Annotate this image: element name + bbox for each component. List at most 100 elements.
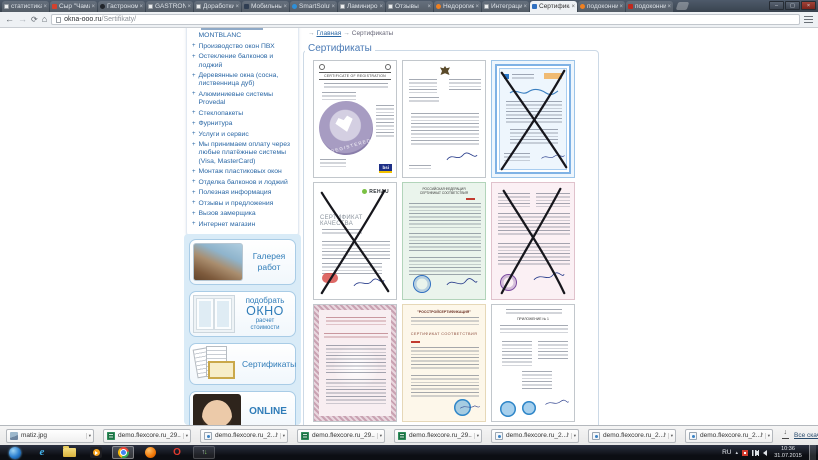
sidebar-menu-item[interactable]: +Полезная информация: [192, 189, 294, 197]
sidebar-menu-item[interactable]: +Алюминиевые системы Provedal: [192, 91, 294, 107]
show-all-downloads-link[interactable]: Все скачанные файлы...: [794, 432, 818, 439]
tab-close-icon[interactable]: ×: [187, 4, 191, 10]
sidebar-menu-item[interactable]: +Производство окон ПВХ: [192, 43, 294, 51]
download-caret-icon[interactable]: ▾: [571, 433, 576, 439]
sidebar-menu-item[interactable]: +Услуги и сервис: [192, 131, 294, 139]
minimize-button[interactable]: –: [769, 1, 784, 10]
download-caret-icon[interactable]: ▾: [474, 433, 479, 439]
download-caret-icon[interactable]: ▾: [668, 433, 673, 439]
sidebar-menu-item[interactable]: +Остекление балконов и лоджий: [192, 53, 294, 69]
browser-tab[interactable]: статистика×: [2, 1, 49, 12]
download-caret-icon[interactable]: ▾: [377, 433, 382, 439]
download-item[interactable]: demo.flexcore.ru_29....csv▾: [297, 429, 385, 443]
sidebar-menu-item[interactable]: +Вызов замерщика: [192, 210, 294, 218]
tab-close-icon[interactable]: ×: [523, 4, 527, 10]
certificates-widget[interactable]: Сертификаты: [189, 343, 296, 385]
taskbar-firefox[interactable]: [139, 446, 161, 459]
download-caret-icon[interactable]: ▾: [280, 433, 285, 439]
taskbar-file-explorer[interactable]: [58, 446, 80, 459]
tab-close-icon[interactable]: ×: [619, 4, 623, 10]
certificate-thumbnail-rosstroy[interactable]: "РОССТРОЙСЕРТИФИКАЦИЯ" СЕРТИФИКАТ СООТВЕ…: [402, 304, 486, 422]
window-configurator-widget[interactable]: подобрать ОКНО расчетстоимости: [189, 291, 296, 337]
browser-tab[interactable]: Недорогие×: [434, 1, 481, 12]
certificate-thumbnail-sanitary[interactable]: [313, 304, 397, 422]
rejected-cross-mark: [492, 61, 574, 177]
browser-tab[interactable]: Сертификат×: [530, 1, 577, 12]
speaker-icon[interactable]: [763, 450, 767, 456]
download-item[interactable]: matiz.jpg▾: [6, 429, 94, 443]
browser-tab[interactable]: подоконни×: [578, 1, 625, 12]
home-icon[interactable]: ⌂: [42, 15, 47, 24]
tab-close-icon[interactable]: ×: [427, 4, 431, 10]
certificate-thumbnail-rehau[interactable]: REHAU СЕРТИФИКАТ КАЧЕСТВА: [313, 182, 397, 300]
download-item[interactable]: demo.flexcore.ru_2...html▾: [685, 429, 773, 443]
sidebar-menu-item[interactable]: +Мы принимаем оплату через любые платёжн…: [192, 141, 294, 165]
taskbar-opera[interactable]: O: [166, 446, 188, 459]
download-caret-icon[interactable]: ▾: [183, 433, 188, 439]
browser-tab[interactable]: GASTRONO×: [146, 1, 193, 12]
sidebar-menu-item[interactable]: +Отзывы и предложения: [192, 200, 294, 208]
certificate-thumbnail-letter[interactable]: [402, 60, 486, 178]
download-item[interactable]: demo.flexcore.ru_29....csv▾: [394, 429, 482, 443]
tab-close-icon[interactable]: ×: [571, 4, 575, 10]
taskbar-clock[interactable]: 10:3631.07.2015: [771, 446, 805, 459]
download-caret-icon[interactable]: ▾: [86, 433, 91, 439]
tab-close-icon[interactable]: ×: [667, 4, 671, 10]
sidebar-menu-item[interactable]: +Деревянные окна (сосна, лиственница дуб…: [192, 72, 294, 88]
taskbar-chrome[interactable]: [112, 446, 134, 459]
browser-tab[interactable]: Ламиниро×: [338, 1, 385, 12]
certificate-thumbnail-bsi[interactable]: CERTIFICATE OF REGISTRATION REGISTERED b…: [313, 60, 397, 178]
download-item[interactable]: demo.flexcore.ru_2...html▾: [491, 429, 579, 443]
certificate-thumbnail-blue[interactable]: [491, 60, 575, 178]
tab-close-icon[interactable]: ×: [235, 4, 239, 10]
maximize-button[interactable]: ▢: [785, 1, 800, 10]
online-consultant-widget[interactable]: ONLINE: [189, 391, 296, 425]
breadcrumb-home-link[interactable]: Главная: [317, 30, 342, 37]
show-desktop-button[interactable]: [809, 445, 816, 460]
tray-app-icon[interactable]: [742, 450, 748, 456]
browser-menu-icon[interactable]: [804, 16, 813, 23]
sidebar-menu-item[interactable]: +MONTBLANC: [192, 32, 294, 40]
tab-close-icon[interactable]: ×: [283, 4, 287, 10]
new-tab-button[interactable]: [676, 2, 690, 10]
browser-tab[interactable]: Гастрономи×: [98, 1, 145, 12]
download-item[interactable]: demo.flexcore.ru_29....csv▾: [103, 429, 191, 443]
browser-tab[interactable]: Интеграции×: [482, 1, 529, 12]
close-button[interactable]: ×: [801, 1, 816, 10]
tab-close-icon[interactable]: ×: [379, 4, 383, 10]
browser-tab[interactable]: Мобильный×: [242, 1, 289, 12]
tray-expand-icon[interactable]: ▴: [735, 450, 738, 456]
address-bar[interactable]: okna-ooo.ru/Sertifikaty/: [51, 14, 800, 25]
tab-title: Мобильный: [251, 3, 282, 10]
sidebar-menu-item[interactable]: +Интернет магазин: [192, 221, 294, 229]
refresh-icon[interactable]: ⟳: [31, 16, 38, 24]
certificate-thumbnail-pink[interactable]: [491, 182, 575, 300]
browser-tab[interactable]: SmartSoluti×: [290, 1, 337, 12]
tab-close-icon[interactable]: ×: [43, 4, 47, 10]
tab-close-icon[interactable]: ×: [91, 4, 95, 10]
sidebar-menu-item[interactable]: +Монтаж пластиковых окон: [192, 168, 294, 176]
sidebar-menu-item[interactable]: +Фурнитура: [192, 120, 294, 128]
download-item[interactable]: demo.flexcore.ru_2...html▾: [200, 429, 288, 443]
back-icon[interactable]: ←: [5, 15, 14, 24]
browser-tab[interactable]: Сыр "Чамах"×: [50, 1, 97, 12]
browser-tab[interactable]: Отзывы×: [386, 1, 433, 12]
tab-close-icon[interactable]: ×: [331, 4, 335, 10]
tab-close-icon[interactable]: ×: [139, 4, 143, 10]
taskbar-internet-explorer[interactable]: e: [31, 446, 53, 459]
certificate-thumbnail-green[interactable]: РОССИЙСКАЯ ФЕДЕРАЦИЯ СЕРТИФИКАТ СООТВЕТС…: [402, 182, 486, 300]
browser-tab[interactable]: Доработки×: [194, 1, 241, 12]
tab-close-icon[interactable]: ×: [475, 4, 479, 10]
taskbar-media-player[interactable]: [85, 446, 107, 459]
sidebar-menu-item[interactable]: +Отделка балконов и лоджий: [192, 179, 294, 187]
gallery-widget[interactable]: Галереяработ: [189, 239, 296, 285]
sidebar-menu-item[interactable]: +Стеклопакеты: [192, 110, 294, 118]
download-caret-icon[interactable]: ▾: [765, 433, 770, 439]
start-button[interactable]: [4, 446, 26, 459]
browser-tab[interactable]: подоконни×: [626, 1, 673, 12]
language-indicator[interactable]: RU: [722, 449, 731, 456]
forward-icon[interactable]: →: [18, 15, 27, 24]
certificate-thumbnail-appendix[interactable]: ПРИЛОЖЕНИЕ № 1: [491, 304, 575, 422]
taskbar-download-manager[interactable]: ↑↓: [193, 446, 215, 459]
download-item[interactable]: demo.flexcore.ru_2...html▾: [588, 429, 676, 443]
